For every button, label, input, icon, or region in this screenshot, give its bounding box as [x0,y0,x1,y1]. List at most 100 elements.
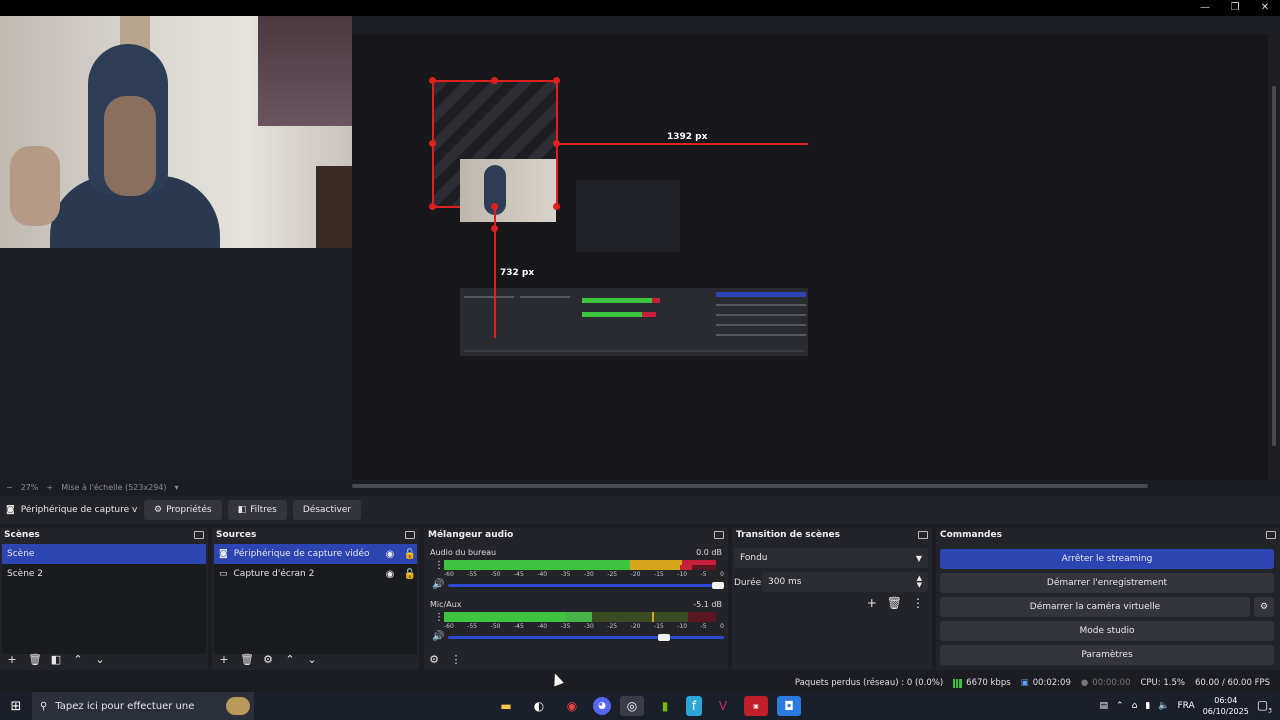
obs-icon[interactable]: ◎ [620,696,644,716]
transition-type-select[interactable]: Fondu ▼ [734,548,928,568]
minimize-button[interactable]: — [1190,0,1220,16]
source-item[interactable]: ▭ Capture d'écran 2 ◉ 🔓 [214,564,417,584]
transition-menu-icon[interactable]: ⋮ [912,596,924,610]
webcam-feed [0,16,352,248]
app-red-icon[interactable]: ▣ [744,696,768,716]
source-item[interactable]: ◙ Périphérique de capture vidéo ◉ 🔓 [214,544,417,564]
move-down-icon[interactable]: ⌄ [94,653,106,666]
windows-start-icon[interactable]: ⊞ [0,699,32,714]
move-up-icon[interactable]: ⌃ [72,653,84,666]
scale-dropdown-icon[interactable]: ▾ [175,483,179,492]
camera-icon: ◙ [219,549,228,559]
scale-mode[interactable]: Mise à l'échelle (523x294) [61,483,166,492]
resize-handle-br[interactable] [553,203,560,210]
visibility-eye-icon[interactable]: ◉ [383,569,397,580]
commands-dock: Commandes Arrêter le streaming Démarrer … [936,528,1280,670]
clock[interactable]: 06:04 06/10/2025 [1203,695,1249,717]
resize-handle-tl[interactable] [429,77,436,84]
app-f-icon[interactable]: f [686,696,702,716]
remove-transition-icon[interactable]: 🗑 [887,596,902,610]
commands-title: Commandes [940,530,1002,540]
restore-button[interactable]: ❐ [1220,0,1250,16]
notifications-icon[interactable]: ▢3 [1257,698,1272,714]
filters-label: Filtres [250,505,277,515]
settings-button[interactable]: Paramètres [940,645,1274,665]
preview-vertical-scrollbar[interactable] [1272,86,1276,446]
app-blue-icon[interactable]: ◘ [777,696,801,716]
lock-icon[interactable]: 🔓 [403,549,417,560]
resize-handle-bl[interactable] [429,203,436,210]
close-button[interactable]: ✕ [1250,0,1280,16]
start-recording-button[interactable]: Démarrer l'enregistrement [940,573,1274,593]
mixer-footer: ⚙ ⋮ [428,653,462,666]
chrome-icon[interactable]: ◉ [560,696,584,716]
lock-icon[interactable]: 🔓 [403,569,417,580]
clock-date: 06/10/2025 [1202,707,1249,716]
volume-slider-knob[interactable] [658,634,670,641]
preview-horizontal-scrollbar[interactable] [352,484,1148,488]
speaker-icon[interactable]: 🔊 [432,631,444,642]
resize-handle-tr[interactable] [553,77,560,84]
volume-slider[interactable] [448,582,724,589]
move-up-icon[interactable]: ⌃ [284,653,296,666]
gear-icon: ⚙ [154,505,163,515]
dock-menu-icon[interactable] [918,531,928,539]
filters-button[interactable]: ◧ Filtres [227,500,287,520]
remove-source-icon[interactable]: 🗑 [240,653,254,666]
volume-slider-knob[interactable] [712,582,724,589]
scene-item[interactable]: Scène [2,544,206,564]
virtual-camera-settings-button[interactable]: ⚙ [1254,597,1274,617]
scene-item[interactable]: Scène 2 [2,564,206,584]
scene-filters-icon[interactable]: ◧ [50,653,62,666]
preview-area[interactable]: 1392 px 732 px [0,16,1280,480]
tray-app-icon[interactable]: ▤ [1100,701,1109,711]
mic-icon[interactable]: ▮ [1145,701,1150,711]
channel-name: Mic/Aux [430,600,462,609]
volume-slider[interactable] [448,634,724,641]
studio-mode-button[interactable]: Mode studio [940,621,1274,641]
visibility-eye-icon[interactable]: ◉ [383,549,397,560]
language-indicator[interactable]: FRA [1177,701,1194,711]
properties-button[interactable]: ⚙ Propriétés [144,500,222,520]
duration-input[interactable]: 300 ms ▲ ▼ [762,572,928,592]
zoom-out-button[interactable]: − [6,483,13,492]
monitor-icon: ▭ [219,569,228,579]
mixer-menu-icon[interactable]: ⋮ [450,653,462,666]
discord-icon[interactable]: ◕ [593,697,611,715]
move-down-icon[interactable]: ⌄ [306,653,318,666]
cpu-usage: CPU: 1.5% [1140,678,1185,688]
dock-menu-icon[interactable] [194,531,204,539]
app-v-icon[interactable]: V [711,696,735,716]
volume-icon[interactable]: 🔈 [1158,701,1169,711]
add-transition-icon[interactable]: + [867,596,877,610]
advanced-audio-icon[interactable]: ⚙ [428,653,440,666]
resize-handle-tm[interactable] [491,77,498,84]
scenes-dock: Scènes Scène Scène 2 + 🗑 ◧ ⌃ ⌄ [0,528,208,670]
channel-name: Audio du bureau [430,548,497,557]
channel-menu-icon[interactable]: ⋮ [434,560,444,571]
nvidia-icon[interactable]: ▮ [653,696,677,716]
tray-expand-icon[interactable]: ⌃ [1116,701,1124,711]
file-explorer-icon[interactable]: ▬ [494,696,518,716]
taskbar-search[interactable]: ⚲ Tapez ici pour effectuer une [32,692,254,720]
transition-dock: Transition de scènes Fondu ▼ Durée 300 m… [732,528,932,670]
dock-menu-icon[interactable] [714,531,724,539]
zoom-in-button[interactable]: + [46,483,53,492]
stop-streaming-button[interactable]: Arrêter le streaming [940,549,1274,569]
start-virtual-camera-button[interactable]: Démarrer la caméra virtuelle [940,597,1250,617]
add-scene-icon[interactable]: + [6,653,18,666]
network-icon[interactable]: ⌂ [1132,701,1138,711]
remove-scene-icon[interactable]: 🗑 [28,653,42,666]
bitrate-value: 6670 kbps [966,678,1011,688]
dock-menu-icon[interactable] [1266,531,1276,539]
add-source-icon[interactable]: + [218,653,230,666]
resize-handle-ml[interactable] [429,140,436,147]
speaker-icon[interactable]: 🔊 [432,579,444,590]
channel-menu-icon[interactable]: ⋮ [434,612,444,623]
dock-menu-icon[interactable] [405,531,415,539]
app-icon[interactable]: ◐ [527,696,551,716]
source-settings-icon[interactable]: ⚙ [262,653,274,666]
deactivate-button[interactable]: Désactiver [292,500,362,520]
spinner-icon[interactable]: ▲ ▼ [917,575,922,589]
notification-count: 3 [1268,707,1272,715]
